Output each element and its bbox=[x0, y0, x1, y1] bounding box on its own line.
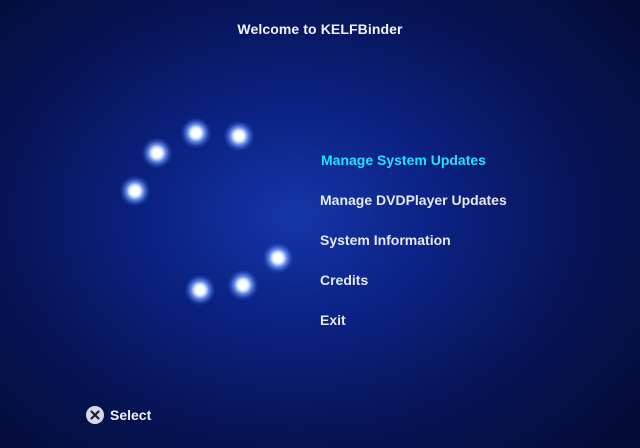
menu-item-manage-system-updates[interactable]: Manage System Updates bbox=[321, 150, 507, 170]
kelfbinder-main-screen: Welcome to KELFBinder Manage System Upda… bbox=[0, 0, 640, 448]
spinner-orb bbox=[228, 270, 258, 300]
spinner-orb bbox=[181, 118, 211, 148]
menu-item-credits[interactable]: Credits bbox=[320, 270, 507, 290]
spinner-orb bbox=[224, 121, 254, 151]
select-hint-label: Select bbox=[110, 407, 152, 423]
main-menu: Manage System Updates Manage DVDPlayer U… bbox=[320, 150, 507, 350]
select-hint: Select bbox=[86, 406, 151, 424]
menu-item-manage-dvdplayer-updates[interactable]: Manage DVDPlayer Updates bbox=[320, 190, 507, 210]
spinner-orb bbox=[185, 275, 215, 305]
menu-item-exit[interactable]: Exit bbox=[320, 310, 507, 330]
spinner-orb bbox=[142, 138, 172, 168]
spinner-orb bbox=[120, 176, 150, 206]
cross-button-icon bbox=[86, 406, 104, 424]
spinner-orb bbox=[263, 243, 293, 273]
menu-item-system-information[interactable]: System Information bbox=[320, 230, 507, 250]
